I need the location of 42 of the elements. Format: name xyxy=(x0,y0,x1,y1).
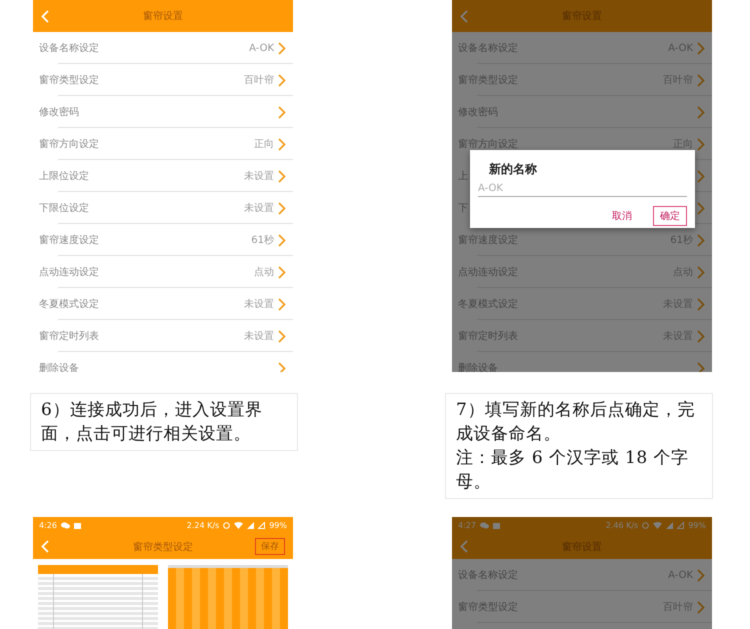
row-label: 冬夏模式设定 xyxy=(458,298,519,311)
row-label: 窗帘方向设定 xyxy=(39,138,100,151)
row-value: 61秒 xyxy=(251,234,274,247)
row-label: 设备名称设定 xyxy=(458,42,519,55)
row-label: 修改密码 xyxy=(39,106,80,119)
row-label: 窗帘定时列表 xyxy=(39,330,100,343)
row-value: 未设置 xyxy=(244,298,274,311)
row-label: 窗帘速度设定 xyxy=(39,234,100,247)
row-label: 上限位设定 xyxy=(39,170,90,183)
caption-text: 7）填写新的名称后点确定，完成设备命名。 xyxy=(456,399,696,446)
row-label: 冬夏模式设定 xyxy=(39,298,100,311)
row-value: 未设置 xyxy=(244,170,274,183)
screen-title: 窗帘设置 xyxy=(143,10,183,23)
status-time: 4:27 xyxy=(458,521,476,530)
status-time: 4:26 xyxy=(39,521,57,530)
row-label: 修改密码 xyxy=(458,106,499,119)
network-speed: 2.24 K/s xyxy=(186,521,220,530)
row-value: A-OK xyxy=(249,42,274,54)
row-value: 点动 xyxy=(254,266,274,279)
row-label: 设备名称设定 xyxy=(458,568,519,582)
row-value: 百叶帘 xyxy=(244,74,274,87)
caption-text: 6）连接成功后，进入设置界面，点击可进行相关设置。 xyxy=(41,399,264,446)
row-label: 设备名称设定 xyxy=(39,42,100,55)
row-label: 窗帘类型设定 xyxy=(458,74,519,87)
dialog-title: 新的名称 xyxy=(489,161,537,178)
battery-level: 99% xyxy=(269,521,287,530)
row-value: 未设置 xyxy=(244,330,274,343)
row-label: 窗帘定时列表 xyxy=(458,330,519,343)
network-speed: 2.46 K/s xyxy=(606,521,638,530)
caption-text: 注：最多 6 个汉字或 18 个字母。 xyxy=(456,447,690,494)
row-label: 窗帘速度设定 xyxy=(458,234,519,247)
row-value: 正向 xyxy=(254,138,274,151)
row-label: 点动连动设定 xyxy=(458,266,519,279)
row-label: 下限位设定 xyxy=(39,202,90,215)
row-value: 未设置 xyxy=(244,202,274,215)
row-label: 下 xyxy=(458,202,469,215)
row-label: 窗帘类型设定 xyxy=(39,74,100,87)
row-label: 窗帘方向设定 xyxy=(458,138,519,151)
screen-title: 窗帘类型设定 xyxy=(133,540,193,554)
battery-level: 99% xyxy=(688,521,706,530)
row-label: 点动连动设定 xyxy=(39,266,100,279)
row-label: 窗帘类型设定 xyxy=(458,600,519,614)
